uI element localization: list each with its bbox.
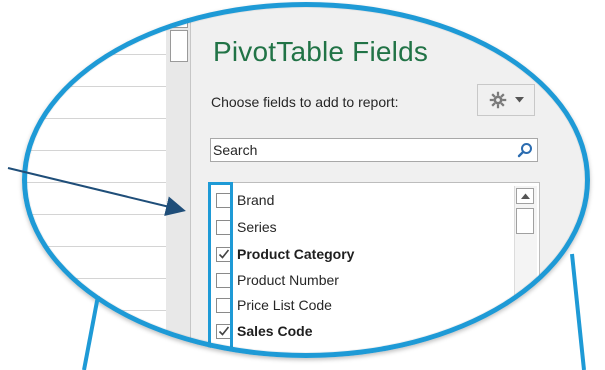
worksheet-row-line [22, 150, 166, 151]
worksheet-scroll-thumb[interactable] [170, 30, 188, 62]
field-label: Price List Code [237, 297, 332, 313]
worksheet-area [22, 2, 167, 358]
gear-icon [489, 91, 507, 109]
worksheet-row-line [22, 246, 166, 247]
search-icon[interactable] [517, 142, 533, 163]
fields-list: Brand Series Product Category Product Nu… [210, 182, 540, 358]
worksheet-row-line [22, 214, 166, 215]
field-item-product-number[interactable]: Product Number [216, 269, 516, 291]
worksheet-row-line [22, 118, 166, 119]
worksheet-row-line [22, 86, 166, 87]
worksheet-row-line [22, 22, 166, 23]
search-input[interactable] [213, 140, 503, 160]
magnifier-lens: PivotTable Fields Choose fields to add t… [22, 2, 590, 358]
scroll-up-arrow-icon[interactable] [516, 188, 534, 204]
scroll-thumb[interactable] [516, 208, 534, 234]
pane-title: PivotTable Fields [213, 36, 429, 67]
fields-list-scrollbar[interactable] [514, 186, 537, 346]
field-label: Series [237, 219, 277, 235]
worksheet-scroll-button[interactable] [170, 10, 188, 28]
magnified-screenshot: PivotTable Fields Choose fields to add t… [0, 0, 605, 370]
pane-subtitle: Choose fields to add to report: [211, 94, 399, 110]
worksheet-row-line [22, 278, 166, 279]
worksheet-row-line [22, 342, 166, 343]
field-item-product-category[interactable]: Product Category [216, 243, 516, 265]
search-field[interactable] [210, 138, 538, 162]
worksheet-row-line [22, 182, 166, 183]
checkbox-column-highlight [208, 182, 233, 348]
field-item-sales-code[interactable]: Sales Code [216, 320, 516, 342]
field-item-price-list-code[interactable]: Price List Code [216, 294, 516, 316]
field-label: Product Category [237, 246, 355, 262]
worksheet-row-line [22, 54, 166, 55]
field-label: Sales Code [237, 323, 313, 339]
field-label: Brand [237, 192, 275, 208]
field-item-brand[interactable]: Brand [216, 189, 516, 211]
field-item-series[interactable]: Series [216, 216, 516, 238]
chevron-down-icon [514, 97, 524, 103]
worksheet-row-line [22, 310, 166, 311]
field-label: Product Number [237, 272, 339, 288]
field-settings-button[interactable] [477, 84, 535, 116]
